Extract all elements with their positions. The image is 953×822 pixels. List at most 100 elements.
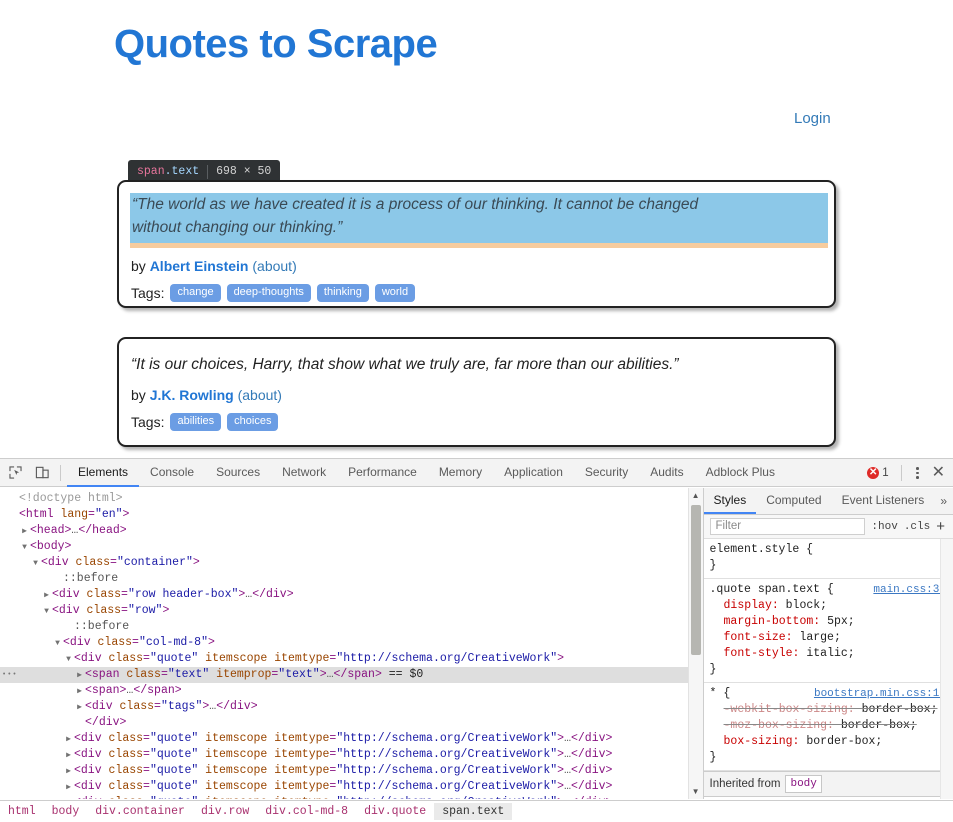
login-link[interactable]: Login — [794, 110, 831, 127]
dom-row[interactable]: <div class="row header-box">…</div> — [0, 587, 703, 603]
error-count-badge[interactable]: ✕ 1 — [867, 467, 889, 479]
twisty-closed-icon[interactable] — [19, 524, 30, 540]
twisty-closed-icon[interactable] — [63, 748, 74, 764]
twisty-closed-icon[interactable] — [74, 684, 85, 700]
author-about-link[interactable]: (about) — [238, 387, 282, 403]
twisty-open-icon[interactable] — [52, 636, 63, 652]
twisty-open-icon[interactable] — [30, 556, 41, 572]
breadcrumb-item[interactable]: div.container — [87, 803, 193, 820]
tab-memory[interactable]: Memory — [428, 459, 493, 487]
style-rule[interactable]: element.style {} — [703, 539, 953, 579]
tab-network[interactable]: Network — [271, 459, 337, 487]
breadcrumb-item[interactable]: body — [44, 803, 88, 820]
twisty-closed-icon[interactable] — [63, 796, 74, 799]
style-property[interactable]: margin-bottom: 5px; — [710, 614, 953, 630]
dom-row-selected[interactable]: •••<span class="text" itemprop="text">…<… — [0, 667, 703, 683]
style-property[interactable]: box-sizing: border-box; — [710, 734, 953, 750]
scroll-down-arrow[interactable]: ▼ — [689, 784, 703, 799]
dom-row[interactable]: ::before — [0, 571, 703, 587]
style-source-link[interactable]: main.css:36 — [873, 582, 946, 598]
tab-computed[interactable]: Computed — [756, 488, 831, 514]
breadcrumb-item[interactable]: html — [0, 803, 44, 820]
twisty-closed-icon[interactable] — [41, 588, 52, 604]
dom-row[interactable]: <div class="quote" itemscope itemtype="h… — [0, 763, 703, 779]
style-property[interactable]: -moz-box-sizing: border-box; — [710, 718, 953, 734]
tab-event-listeners[interactable]: Event Listeners — [832, 488, 935, 514]
twisty-closed-icon[interactable] — [74, 700, 85, 716]
style-property[interactable]: display: block; — [710, 598, 953, 614]
styles-filter-input[interactable]: Filter — [709, 518, 866, 535]
twisty-open-icon[interactable] — [41, 604, 52, 620]
tab-performance[interactable]: Performance — [337, 459, 428, 487]
hov-toggle-button[interactable]: :hov — [871, 521, 897, 533]
tag-link[interactable]: thinking — [316, 284, 369, 302]
author-about-link[interactable]: (about) — [252, 258, 296, 274]
tab-audits[interactable]: Audits — [639, 459, 694, 487]
twisty-closed-icon[interactable] — [63, 780, 74, 796]
dom-row[interactable]: <body> — [0, 539, 703, 555]
twisty-open-icon[interactable] — [63, 652, 74, 668]
breadcrumb-item[interactable]: span.text — [434, 803, 513, 820]
more-options-icon[interactable] — [910, 467, 926, 479]
breadcrumb-item[interactable]: div.quote — [356, 803, 434, 820]
styles-more-tabs-icon[interactable]: » — [934, 488, 953, 514]
tag-link[interactable]: change — [170, 284, 221, 302]
new-style-rule-button[interactable]: + — [936, 519, 947, 534]
quote-text-highlighted[interactable]: “The world as we have created it is a pr… — [130, 193, 828, 248]
tab-elements[interactable]: Elements — [67, 459, 140, 487]
style-property[interactable]: font-size: large; — [710, 630, 953, 646]
dom-row[interactable]: <html lang="en"> — [0, 507, 703, 523]
tab-console[interactable]: Console — [139, 459, 205, 487]
dom-breadcrumb[interactable]: html body div.container div.row div.col-md-8… — [0, 800, 953, 822]
style-source-link[interactable]: bootstrap.min.css:11 — [814, 686, 946, 702]
tab-styles[interactable]: Styles — [703, 488, 757, 514]
dom-tree-scrollbar[interactable]: ▲ ▼ — [687, 488, 703, 799]
dom-row[interactable]: <div class="quote" itemscope itemtype="h… — [0, 795, 703, 799]
style-property[interactable]: -webkit-box-sizing: border-box; — [710, 702, 953, 718]
breadcrumb-item[interactable]: div.row — [193, 803, 257, 820]
style-rule[interactable]: main.css:36 .quote span.text {display: bl… — [703, 579, 953, 683]
dom-row[interactable]: <!doctype html> — [0, 491, 703, 507]
cls-toggle-button[interactable]: .cls — [904, 521, 930, 533]
close-devtools-icon[interactable]: ✕ — [928, 465, 949, 481]
dom-row[interactable]: </div> — [0, 715, 703, 731]
twisty-closed-icon[interactable] — [74, 668, 85, 684]
dom-row[interactable]: <div class="quote" itemscope itemtype="h… — [0, 651, 703, 667]
dom-row[interactable]: <div class="tags">…</div> — [0, 699, 703, 715]
tag-link[interactable]: world — [374, 284, 416, 302]
scroll-up-arrow[interactable]: ▲ — [689, 488, 703, 503]
dom-row[interactable]: <div class="quote" itemscope itemtype="h… — [0, 731, 703, 747]
styles-rules-list[interactable]: element.style {} main.css:36 .quote span.t… — [703, 539, 953, 799]
style-rule[interactable]: bootstrap.min.css:11 * {-webkit-box-sizin… — [703, 683, 953, 771]
tag-link[interactable]: abilities — [170, 413, 222, 431]
dom-row[interactable]: <span>…</span> — [0, 683, 703, 699]
twisty-closed-icon[interactable] — [63, 764, 74, 780]
dom-row[interactable]: <div class="col-md-8"> — [0, 635, 703, 651]
dom-row[interactable]: <div class="quote" itemscope itemtype="h… — [0, 747, 703, 763]
tab-application[interactable]: Application — [493, 459, 574, 487]
tab-adblock-plus[interactable]: Adblock Plus — [695, 459, 786, 487]
inherited-style-rule[interactable]: main.css:2body {font-family: sans-serif;… — [704, 797, 953, 799]
tag-link[interactable]: choices — [227, 413, 279, 431]
dom-row[interactable]: <div class="quote" itemscope itemtype="h… — [0, 779, 703, 795]
tab-security[interactable]: Security — [574, 459, 639, 487]
breadcrumb-item[interactable]: div.col-md-8 — [257, 803, 356, 820]
quote-text[interactable]: “It is our choices, Harry, that show wha… — [131, 353, 822, 376]
dom-row[interactable]: <head>…</head> — [0, 523, 703, 539]
device-toolbar-icon[interactable] — [30, 461, 54, 485]
style-selector[interactable]: element.style { — [710, 542, 953, 558]
inherited-from-element[interactable]: body — [785, 775, 822, 793]
dom-row[interactable]: <div class="row"> — [0, 603, 703, 619]
dom-token-ellip: … — [326, 668, 334, 681]
dom-row[interactable]: ::before — [0, 619, 703, 635]
dom-row[interactable]: <div class="container"> — [0, 555, 703, 571]
tab-sources[interactable]: Sources — [205, 459, 271, 487]
style-property[interactable]: font-style: italic; — [710, 646, 953, 662]
tag-link[interactable]: deep-thoughts — [226, 284, 311, 302]
styles-scrollbar[interactable] — [940, 539, 953, 799]
twisty-open-icon[interactable] — [19, 540, 30, 556]
twisty-closed-icon[interactable] — [63, 732, 74, 748]
scroll-thumb[interactable] — [690, 505, 701, 655]
inspect-element-icon[interactable] — [3, 461, 27, 485]
dom-tree[interactable]: <!doctype html><html lang="en"><head>…</… — [0, 488, 703, 799]
